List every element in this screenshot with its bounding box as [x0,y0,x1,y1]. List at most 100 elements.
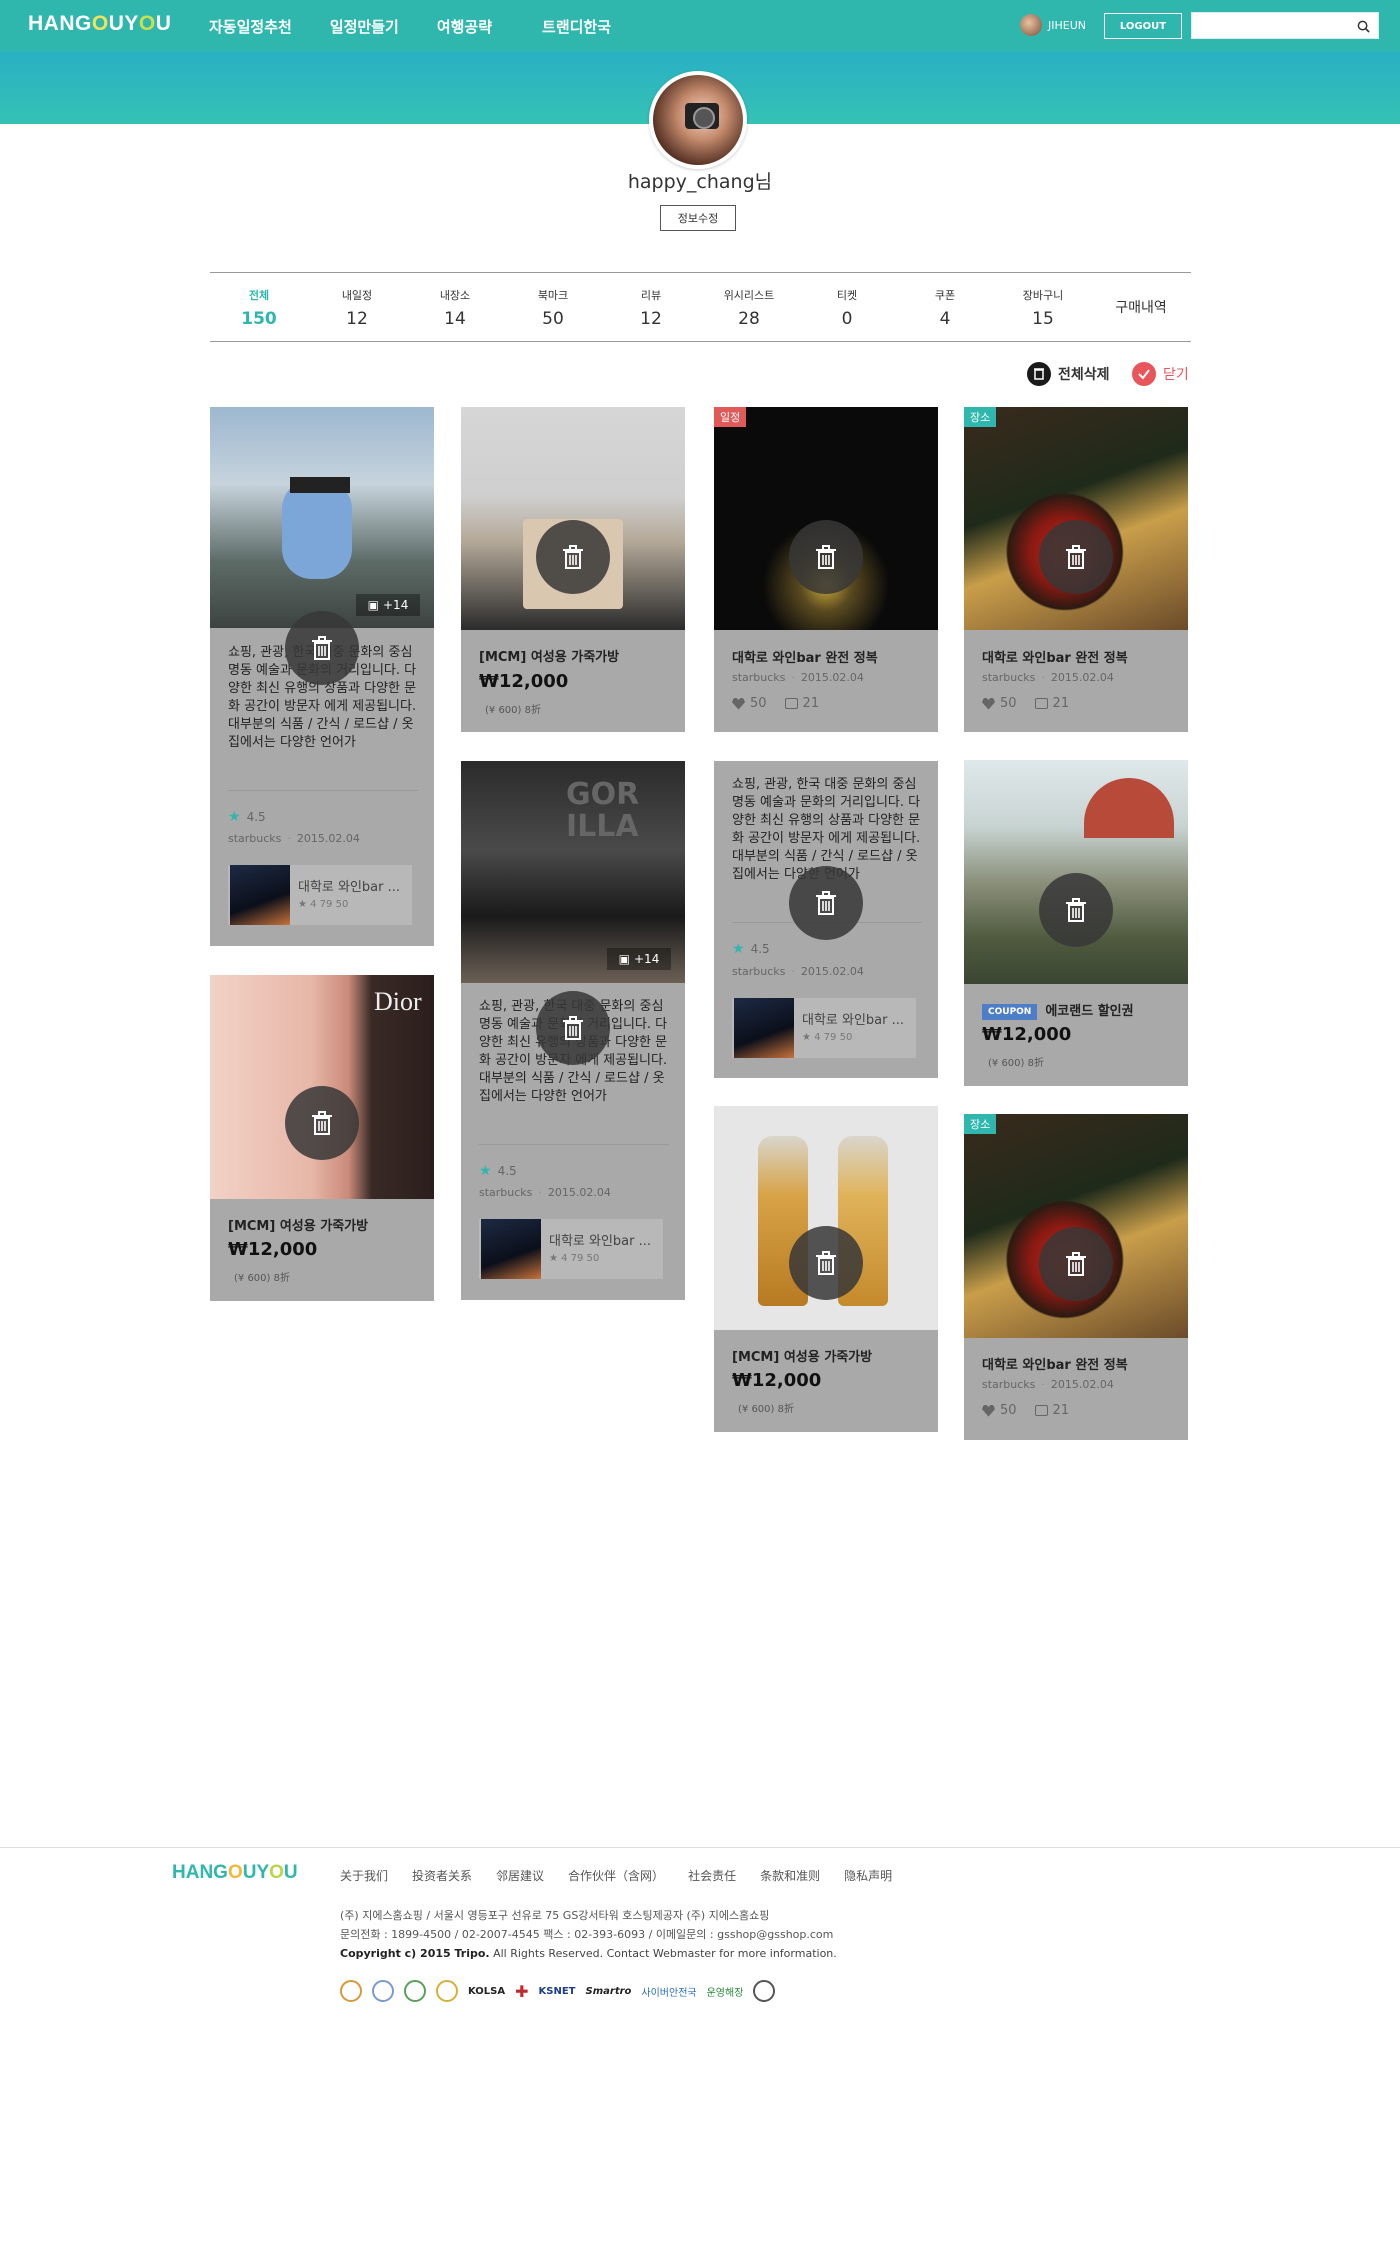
search-icon[interactable] [1357,20,1370,33]
nav-trendy-korea[interactable]: 트랜디한국 [542,16,611,37]
tab-count: 4 [939,309,951,329]
delete-all-button[interactable]: 전체삭제 [1027,362,1110,386]
footer-link-about[interactable]: 关于我们 [340,1867,388,1884]
nav-auto-schedule[interactable]: 자동일정추천 [209,16,292,37]
related-item[interactable]: 대학로 와인bar ... ★ 4 79 50 [228,865,412,925]
related-thumbnail [230,865,290,925]
tab-bookmark[interactable]: 북마크 50 [504,273,602,341]
review-card[interactable]: 쇼핑, 관광, 한국 대중 문화의 중심 명동 예술과 문화의 거리입니다. 다… [714,761,938,1078]
product-title: [MCM] 여성용 가죽가방 [228,1219,369,1234]
delete-item-button[interactable] [536,520,610,594]
copyright-bold: Copyright c) 2015 Tripo. [340,1947,490,1960]
trash-icon [312,636,332,660]
comment-count: 21 [1034,696,1069,711]
tab-count: 0 [841,309,853,329]
product-sub-price: (¥ 600) 8折 [234,1273,290,1284]
footer-link-responsibility[interactable]: 社会责任 [688,1867,736,1884]
tab-my-schedule[interactable]: 내일정 12 [308,273,406,341]
footer-info: (주) 지에스홈쇼핑 / 서울시 영등포구 선유로 75 GS강서타워 호스팅제… [340,1906,837,1963]
related-item[interactable]: 대학로 와인bar ... ★ 4 79 50 [479,1219,663,1279]
review-card[interactable]: ▣+14 쇼핑, 관광, 한국 대중 문화의 중심 명동 예술과 문화의 거리입… [210,407,434,946]
seal-icon [372,1980,394,2002]
tab-wishlist[interactable]: 위시리스트 28 [700,273,798,341]
footer-link-partners[interactable]: 合作伙伴（含网） [568,1867,664,1884]
nav-travel-guide[interactable]: 여행공략 [437,16,492,37]
trash-icon [1066,898,1086,922]
product-card[interactable]: Dior [MCM] 여성용 가죽가방 ₩12,000 (¥ 600) 8折 [210,975,434,1301]
tab-cart[interactable]: 장바구니 15 [994,273,1092,341]
related-title: 대학로 와인bar ... [802,1013,905,1028]
footer-link-terms[interactable]: 条款和准则 [760,1867,820,1884]
trash-icon [816,545,836,569]
place-card[interactable]: 장소 대학로 와인bar 완전 정복 starbucks · 2015.02.04 … [964,1114,1188,1440]
schedule-badge: 일정 [714,407,747,427]
footer-link-privacy[interactable]: 隐私声明 [844,1867,892,1884]
meta-separator: · [538,1186,542,1199]
product-card[interactable]: [MCM] 여성용 가죽가방 ₩12,000 (¥ 600) 8折 [714,1106,938,1432]
coupon-sub-price: (¥ 600) 8折 [988,1058,1044,1069]
coupon-name: 에코랜드 할인권 [1045,1004,1134,1019]
card-stats: 50 21 [982,696,1087,711]
tab-coupon[interactable]: 쿠폰 4 [896,273,994,341]
ksnet-logo: KSNET [538,1985,576,1997]
related-item[interactable]: 대학로 와인bar ... ★ 4 79 50 [732,998,916,1058]
review-card[interactable]: GORILLA ▣+14 쇼핑, 관광, 한국 대중 문화의 중심 명동 예술과… [461,761,685,1300]
place-card[interactable]: 장소 대학로 와인bar 완전 정복 starbucks · 2015.02.04 … [964,407,1188,732]
delete-item-button[interactable] [1039,873,1113,947]
photo-count-badge: ▣ +14 [607,948,671,970]
tab-my-places[interactable]: 내장소 14 [406,273,504,341]
tab-ticket[interactable]: 티켓 0 [798,273,896,341]
tab-count: 12 [346,309,368,329]
heart-icon [982,1404,995,1417]
delete-item-button[interactable] [1039,1227,1113,1301]
logout-button[interactable]: LOGOUT [1104,13,1182,39]
trash-icon [1066,1252,1086,1276]
rating-value: 4.5 [750,942,770,956]
card-stats: 50 21 [732,696,837,711]
star-icon: ★ [479,1163,492,1179]
close-label: 닫기 [1163,367,1189,383]
footer-divider [0,1847,1400,1848]
footer-link-investors[interactable]: 投资者关系 [412,1867,472,1884]
close-button[interactable]: 닫기 [1132,362,1189,386]
delete-item-button[interactable] [536,991,610,1065]
search-input[interactable] [1192,13,1352,38]
delete-item-button[interactable] [789,520,863,594]
delete-item-button[interactable] [789,1226,863,1300]
like-value: 50 [1000,1403,1017,1418]
card-image [964,1114,1188,1338]
edit-profile-button[interactable]: 정보수정 [660,205,736,231]
star-icon: ★ [228,809,241,825]
search-box [1191,12,1379,39]
tab-count: 150 [241,309,277,329]
product-price: ₩12,000 [479,671,569,692]
delete-item-button[interactable] [285,1086,359,1160]
card-meta: starbucks · 2015.02.04 [732,965,864,978]
footer-link-suggestions[interactable]: 邻居建议 [496,1867,544,1884]
delete-item-button[interactable] [285,611,359,685]
footer-logo[interactable]: HANGOUYOU [172,1862,298,1884]
author: starbucks [732,671,786,684]
tab-review[interactable]: 리뷰 12 [602,273,700,341]
related-stats: ★ 4 79 50 [802,1032,853,1043]
logo-text: O [91,12,109,35]
tab-label: 리뷰 [640,289,662,302]
logo-text: HANG [28,12,92,35]
user-menu[interactable]: JIHEUN [1020,14,1086,36]
footer-links: 关于我们 投资者关系 邻居建议 合作伙伴（含网） 社会责任 条款和准则 隐私声明 [340,1867,916,1884]
tab-all[interactable]: 전체 150 [210,273,308,341]
schedule-card[interactable]: 일정 대학로 와인bar 완전 정복 starbucks · 2015.02.04 … [714,407,938,732]
date: 2015.02.04 [800,671,864,684]
delete-item-button[interactable] [789,866,863,940]
logo[interactable]: HANGOUYOU [28,12,171,36]
nav-make-schedule[interactable]: 일정만들기 [330,16,399,37]
card-meta: starbucks · 2015.02.04 [732,671,864,684]
trash-icon [816,891,836,915]
comment-count: 21 [784,696,819,711]
coupon-card[interactable]: COUPON 에코랜드 할인권 ₩12,000 (¥ 600) 8折 [964,760,1188,1086]
tab-purchase-history[interactable]: 구매내역 [1092,273,1190,341]
author: starbucks [479,1186,533,1199]
top-bar: HANGOUYOU 자동일정추천 일정만들기 여행공략 트랜디한국 JIHEUN… [0,0,1400,52]
delete-item-button[interactable] [1039,520,1113,594]
product-card[interactable]: [MCM] 여성용 가죽가방 ₩12,000 (¥ 600) 8折 [461,407,685,732]
